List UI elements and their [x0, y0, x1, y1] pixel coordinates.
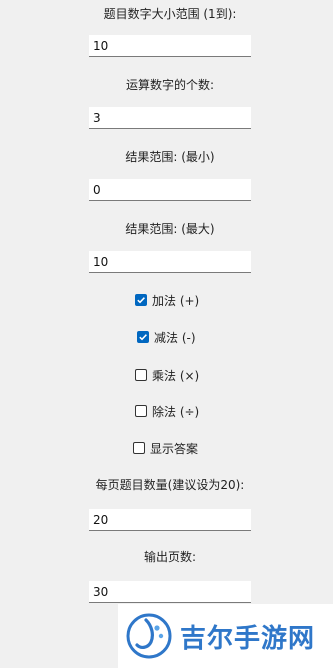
division-checkbox[interactable]: 除法 (÷): [135, 403, 199, 419]
watermark: 吉尔手游网: [118, 604, 333, 668]
show-answer-checkbox[interactable]: 显示答案: [133, 440, 198, 456]
multiplication-label: 乘法 (×): [152, 368, 200, 383]
watermark-logo-icon: [126, 613, 172, 659]
max-label: 结果范围: (最大): [125, 222, 215, 236]
subtraction-label: 减法 (-): [154, 330, 196, 345]
show-answer-label: 显示答案: [150, 441, 199, 456]
checkbox-checked-icon: [135, 294, 147, 306]
checkbox-unchecked-icon: [135, 369, 147, 381]
checkbox-unchecked-icon: [135, 405, 147, 417]
checkbox-unchecked-icon: [133, 442, 145, 454]
subtraction-checkbox[interactable]: 减法 (-): [137, 329, 196, 345]
min-label: 结果范围: (最小): [125, 150, 215, 164]
pages-input[interactable]: [89, 581, 251, 603]
per-page-label: 每页题目数量(建议设为20):: [95, 478, 245, 492]
min-input[interactable]: [89, 179, 251, 201]
checkbox-checked-icon: [137, 331, 149, 343]
count-label: 运算数字的个数:: [125, 78, 215, 92]
addition-label: 加法 (+): [152, 293, 200, 308]
per-page-input[interactable]: [89, 509, 251, 531]
addition-checkbox[interactable]: 加法 (+): [135, 292, 199, 308]
pages-label: 输出页数:: [143, 550, 197, 564]
range-input[interactable]: [89, 35, 251, 57]
division-label: 除法 (÷): [152, 404, 200, 419]
count-input[interactable]: [89, 107, 251, 129]
max-input[interactable]: [89, 251, 251, 273]
watermark-text: 吉尔手游网: [180, 623, 316, 654]
range-label: 题目数字大小范围 (1到):: [103, 7, 237, 21]
multiplication-checkbox[interactable]: 乘法 (×): [135, 367, 199, 383]
